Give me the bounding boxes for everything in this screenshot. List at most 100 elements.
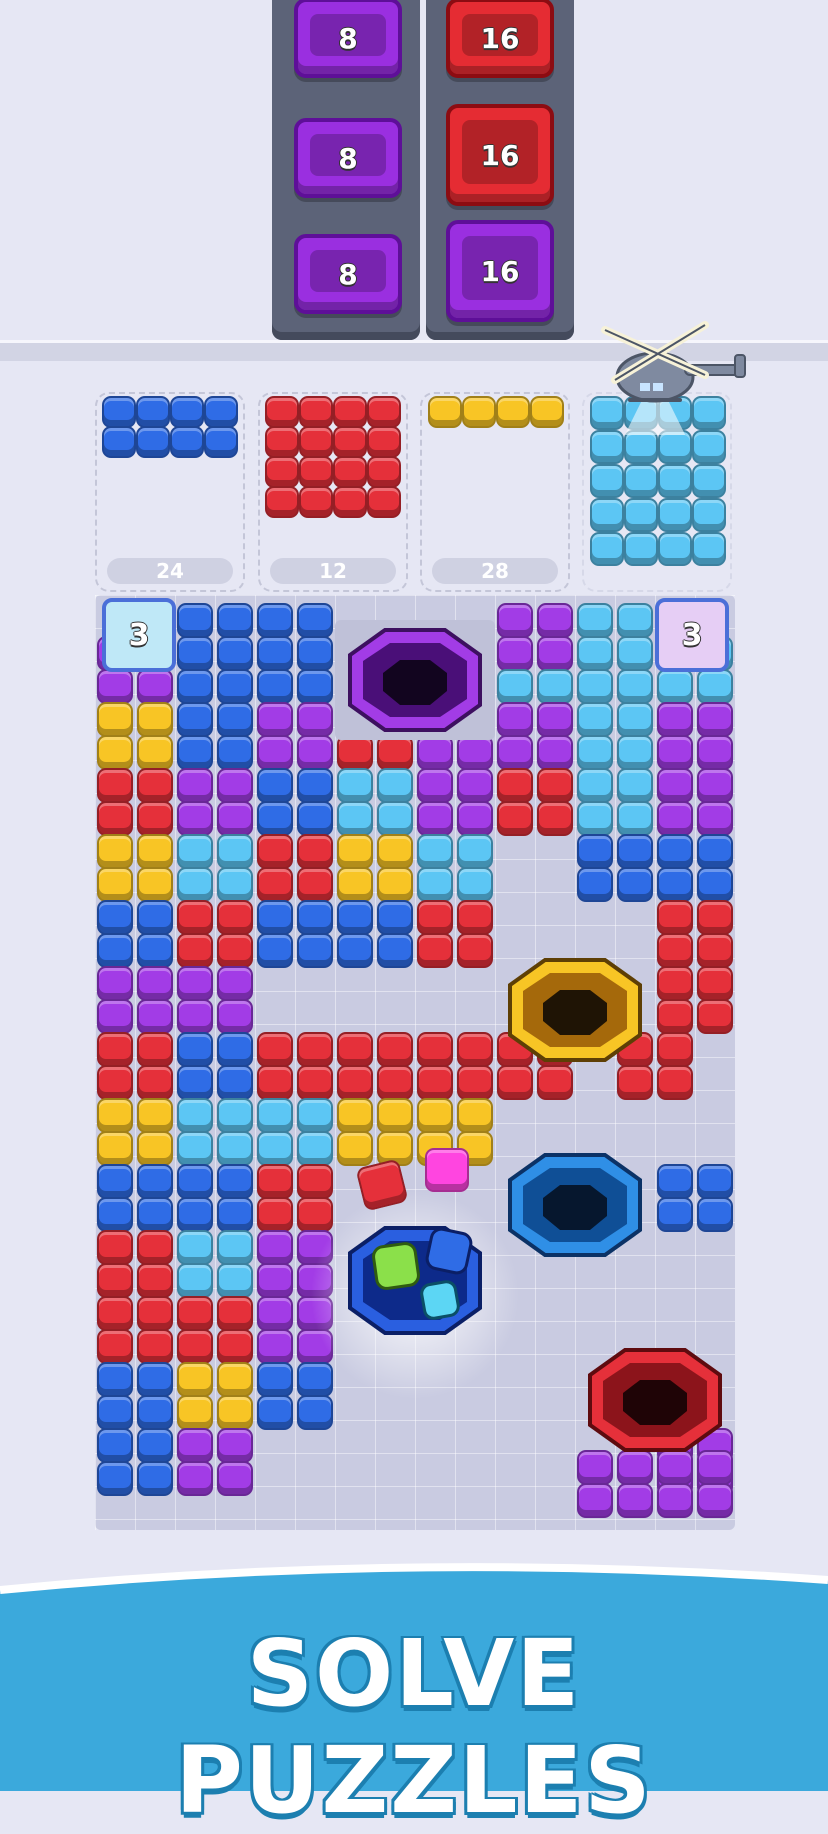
board-cube xyxy=(217,1263,253,1298)
slot-cube-red xyxy=(333,456,367,488)
board-cube xyxy=(137,1098,173,1133)
board-cube xyxy=(217,801,253,836)
purple-hole[interactable] xyxy=(335,620,495,740)
board-cube xyxy=(617,636,653,671)
board-cube xyxy=(137,834,173,869)
crate-purple[interactable]: 8 xyxy=(294,0,402,78)
board-cube xyxy=(97,1263,133,1298)
badge-counter-right: 3 xyxy=(655,598,729,672)
board-cube xyxy=(137,1329,173,1364)
board-cube xyxy=(657,966,693,1001)
board-cube xyxy=(217,999,253,1034)
board-cube xyxy=(257,801,293,836)
slot-count: 24 xyxy=(107,558,233,584)
board-cube xyxy=(377,867,413,902)
board-cube xyxy=(217,1032,253,1067)
board-cube xyxy=(377,801,413,836)
board-cube xyxy=(177,1230,213,1265)
board-cube xyxy=(217,1098,253,1133)
board-cube xyxy=(97,702,133,737)
crate-purple[interactable]: 16 xyxy=(446,220,554,322)
board-cube xyxy=(297,801,333,836)
board-cube xyxy=(297,768,333,803)
board-cube xyxy=(457,1098,493,1133)
board-cube xyxy=(657,834,693,869)
slot-cube-cyan xyxy=(624,430,658,464)
board-cube xyxy=(497,636,533,671)
board-cube xyxy=(257,1296,293,1331)
board-cube xyxy=(297,1164,333,1199)
slot-cube-blue xyxy=(170,396,204,428)
board-cube xyxy=(417,834,453,869)
board-cube xyxy=(497,603,533,638)
board-cube xyxy=(177,603,213,638)
board-cube xyxy=(337,867,373,902)
board-cube xyxy=(457,768,493,803)
blue-hole-active[interactable] xyxy=(340,1215,490,1345)
board-cube xyxy=(257,1032,293,1067)
board-cube xyxy=(257,900,293,935)
board-cube xyxy=(297,900,333,935)
board-cube xyxy=(417,900,453,935)
board-cube xyxy=(97,1461,133,1496)
slot-cube-blue xyxy=(102,396,136,428)
board-cube xyxy=(497,669,533,704)
board-cube xyxy=(377,834,413,869)
board-cube xyxy=(657,1197,693,1232)
board-cube xyxy=(497,768,533,803)
crate-red[interactable]: 16 xyxy=(446,104,554,206)
board-cube xyxy=(337,735,373,770)
board-cube xyxy=(337,1065,373,1100)
slot-cube-red xyxy=(265,426,299,458)
slot-cube-yellow xyxy=(462,396,496,428)
slot-cube-red xyxy=(299,396,333,428)
board-cube xyxy=(97,1329,133,1364)
board-cube xyxy=(177,669,213,704)
board-cube xyxy=(217,735,253,770)
board-cube xyxy=(137,1263,173,1298)
board-cube xyxy=(177,834,213,869)
footer-title: SOLVE PUZZLES xyxy=(175,1620,653,1834)
board-cube xyxy=(537,735,573,770)
slot-cube-yellow xyxy=(530,396,564,428)
board-cube xyxy=(97,1131,133,1166)
crate-purple[interactable]: 8 xyxy=(294,118,402,198)
board-cube xyxy=(657,867,693,902)
board-cube xyxy=(97,1098,133,1133)
board-cube xyxy=(177,966,213,1001)
board-cube xyxy=(697,933,733,968)
board-cube xyxy=(137,867,173,902)
board-cube xyxy=(137,669,173,704)
slot-cube-cyan xyxy=(692,498,726,532)
board-cube xyxy=(257,735,293,770)
board-cube xyxy=(337,1098,373,1133)
board-cube xyxy=(377,735,413,770)
board-cube xyxy=(257,834,293,869)
yellow-hole[interactable] xyxy=(495,945,655,1075)
board-cube xyxy=(697,702,733,737)
board-cube xyxy=(657,1483,693,1518)
blue-hole[interactable] xyxy=(495,1140,655,1270)
slot-count: 12 xyxy=(270,558,396,584)
slot-cube-cyan xyxy=(590,430,624,464)
board-cube xyxy=(617,768,653,803)
board-cube xyxy=(97,1197,133,1232)
board-cube xyxy=(257,669,293,704)
board-cube xyxy=(257,1395,293,1430)
crate-purple[interactable]: 8 xyxy=(294,234,402,314)
board-cube xyxy=(97,1362,133,1397)
board-cube xyxy=(177,702,213,737)
board-cube xyxy=(657,999,693,1034)
board-cube xyxy=(297,1197,333,1232)
board-cube xyxy=(337,900,373,935)
board-cube xyxy=(177,1098,213,1133)
board-cube xyxy=(137,801,173,836)
badge-value: 3 xyxy=(128,617,150,653)
board-cube xyxy=(177,636,213,671)
crate-red[interactable]: 16 xyxy=(446,0,554,78)
slot-count: 28 xyxy=(432,558,558,584)
board-cube xyxy=(97,1428,133,1463)
board-cube xyxy=(177,933,213,968)
board-cube xyxy=(257,867,293,902)
red-hole[interactable] xyxy=(575,1335,735,1465)
